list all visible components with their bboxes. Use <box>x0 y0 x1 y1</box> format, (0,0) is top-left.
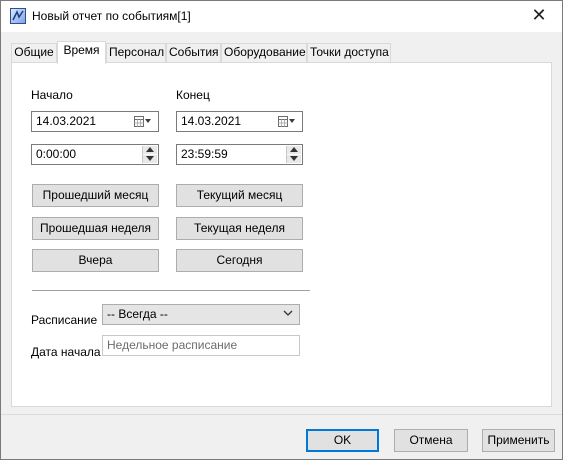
close-icon[interactable]: ✕ <box>516 1 562 31</box>
tab-time[interactable]: Время <box>57 41 106 64</box>
end-time-spinner[interactable] <box>286 146 301 163</box>
current-month-button[interactable]: Текущий месяц <box>176 184 303 207</box>
start-date-picker[interactable]: 14.03.2021 <box>31 111 159 132</box>
end-date-picker[interactable]: 14.03.2021 <box>176 111 303 132</box>
current-week-button[interactable]: Текущая неделя <box>176 217 303 240</box>
separator <box>32 290 310 291</box>
spin-down-icon[interactable] <box>143 155 157 163</box>
time-tab-panel: Начало Конец 14.03.2021 14.03.2021 0:00:… <box>11 62 552 407</box>
last-month-button[interactable]: Прошедший месяц <box>32 184 159 207</box>
ok-button[interactable]: OK <box>306 429 379 452</box>
report-dialog: Новый отчет по событиям[1] ✕ Общие Время… <box>0 0 563 460</box>
tab-general[interactable]: Общие <box>11 43 57 62</box>
tab-equipment[interactable]: Оборудование <box>221 43 307 62</box>
spin-up-icon[interactable] <box>287 146 301 154</box>
start-date-value: 14.03.2021 <box>36 114 97 128</box>
schedule-value: -- Всегда -- <box>107 307 168 321</box>
calendar-dropdown-icon[interactable] <box>278 115 296 128</box>
spin-down-icon[interactable] <box>287 155 301 163</box>
schedule-label: Расписание <box>31 313 98 327</box>
start-time-input[interactable]: 0:00:00 <box>31 144 159 165</box>
app-icon <box>10 8 26 24</box>
schedule-start-date-field[interactable]: Недельное расписание <box>102 335 300 356</box>
end-time-value: 23:59:59 <box>181 147 228 161</box>
chevron-down-icon <box>283 310 293 316</box>
start-time-value: 0:00:00 <box>36 147 77 161</box>
schedule-select[interactable]: -- Всегда -- <box>102 304 300 325</box>
yesterday-button[interactable]: Вчера <box>32 249 159 272</box>
start-date-label: Дата начала <box>31 345 101 359</box>
end-time-input[interactable]: 23:59:59 <box>176 144 303 165</box>
tab-access-points[interactable]: Точки доступа <box>307 43 391 62</box>
end-date-value: 14.03.2021 <box>181 114 242 128</box>
spin-up-icon[interactable] <box>143 146 157 154</box>
cancel-button[interactable]: Отмена <box>394 429 468 452</box>
footer-divider <box>1 414 562 415</box>
start-time-spinner[interactable] <box>142 146 157 163</box>
window-title: Новый отчет по событиям[1] <box>32 9 191 23</box>
tab-personnel[interactable]: Персонал <box>106 43 166 62</box>
last-week-button[interactable]: Прошедшая неделя <box>32 217 159 240</box>
today-button[interactable]: Сегодня <box>176 249 303 272</box>
title-bar: Новый отчет по событиям[1] ✕ <box>1 1 562 32</box>
calendar-dropdown-icon[interactable] <box>134 115 152 128</box>
end-label: Конец <box>176 88 210 102</box>
tab-events[interactable]: События <box>166 43 221 62</box>
start-label: Начало <box>31 88 73 102</box>
apply-button[interactable]: Применить <box>482 429 555 452</box>
